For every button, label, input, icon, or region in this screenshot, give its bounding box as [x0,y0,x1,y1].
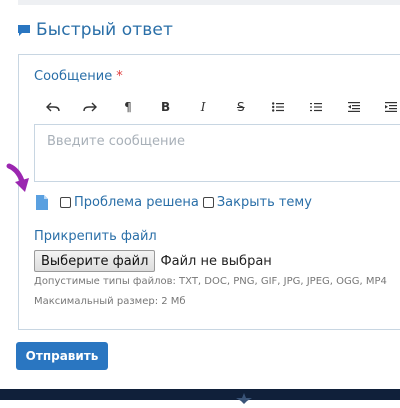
outdent-icon[interactable] [335,96,373,118]
document-icon[interactable] [36,195,48,214]
file-status: Файл не выбран [160,253,272,269]
indent-icon[interactable] [372,96,400,118]
bullet-list-icon[interactable] [260,96,298,118]
editor-toolbar: ¶ B I S [34,96,400,118]
comment-icon [18,24,30,36]
allowed-types-hint: Допустимые типы файлов: TXT, DOC, PNG, G… [34,276,387,287]
submit-button[interactable]: Отправить [16,342,108,370]
section-title: Быстрый ответ [36,20,173,40]
bold-icon[interactable]: B [147,96,185,118]
close-topic-label[interactable]: Закрыть тему [217,195,312,210]
top-bar [18,0,400,5]
attach-file-label: Прикрепить файл [34,229,157,244]
close-topic-checkbox[interactable] [202,197,214,208]
star-icon [236,389,252,408]
italic-icon[interactable]: I [184,96,222,118]
reply-options: Проблема решена Закрыть тему [60,195,312,210]
quick-reply-header: Быстрый ответ [18,18,173,42]
editor-placeholder: Введите сообщение [47,134,185,149]
undo-icon[interactable] [34,96,72,118]
message-editor[interactable]: Введите сообщение [34,124,400,182]
message-label: Сообщение * [34,69,123,84]
pointer-arrow-icon [5,162,33,206]
paragraph-icon[interactable]: ¶ [109,96,147,118]
numbered-list-icon[interactable] [297,96,335,118]
required-mark: * [116,69,123,84]
file-input: Выберите файл Файл не выбран [34,250,272,272]
choose-file-button[interactable]: Выберите файл [34,250,156,272]
max-size-hint: Максимальный размер: 2 Мб [34,296,186,307]
strikethrough-icon[interactable]: S [222,96,260,118]
problem-solved-label[interactable]: Проблема решена [74,195,199,210]
redo-icon[interactable] [72,96,110,118]
problem-solved-checkbox[interactable] [60,197,71,208]
footer-bar [0,389,400,404]
message-label-text: Сообщение [34,69,113,84]
